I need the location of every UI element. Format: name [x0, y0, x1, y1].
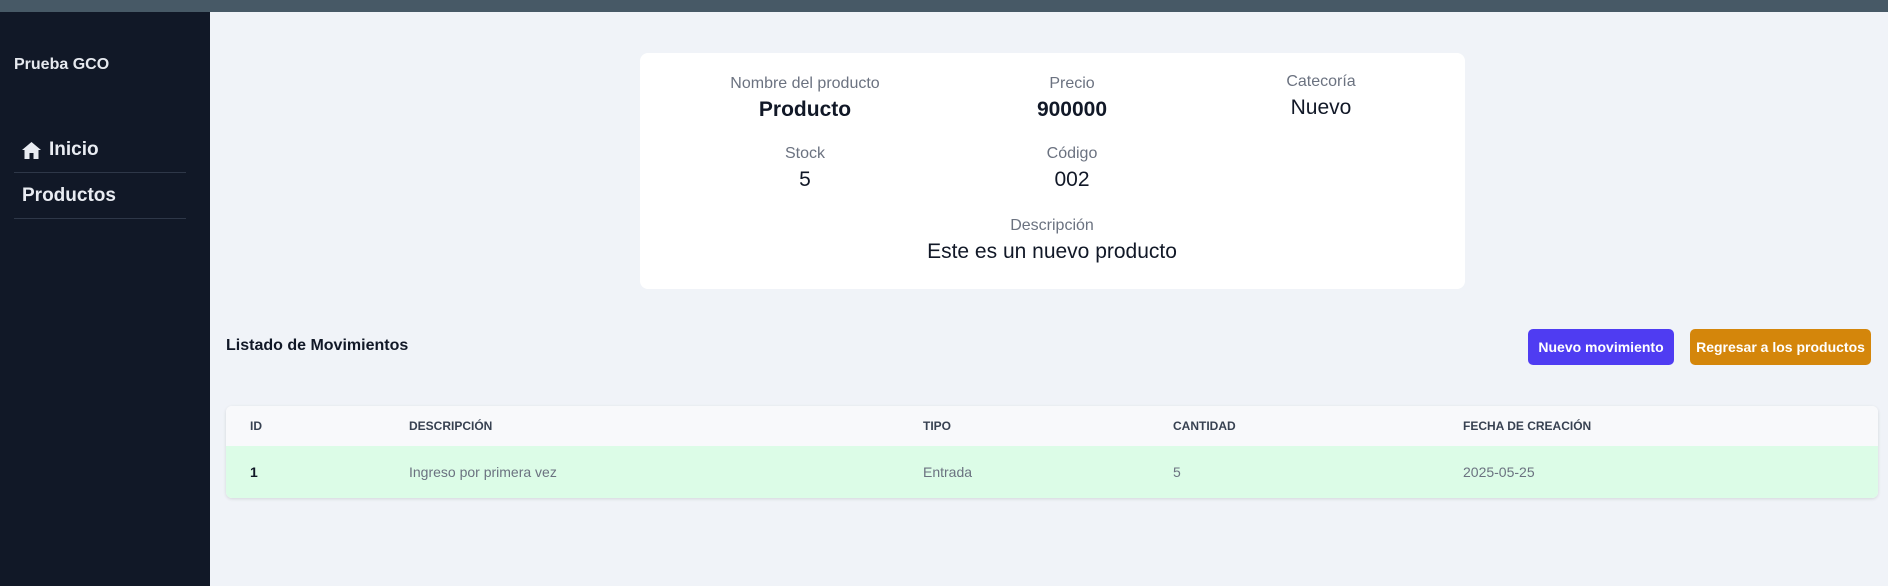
back-to-products-button[interactable]: Regresar a los productos — [1690, 329, 1871, 365]
product-category-label: Catecoría — [1286, 73, 1356, 90]
cell-description: Ingreso por primera vez — [409, 464, 557, 480]
product-price-field: Precio 900000 — [952, 75, 1192, 122]
product-price-label: Precio — [1049, 75, 1095, 92]
table-header: ID DESCRIPCIÓN TIPO CANTIDAD FECHA DE CR… — [226, 406, 1878, 446]
column-header-description: DESCRIPCIÓN — [409, 419, 493, 433]
product-name-value: Producto — [758, 98, 852, 121]
column-header-quantity: CANTIDAD — [1173, 419, 1236, 433]
sidebar-item-label: Productos — [22, 185, 116, 206]
product-code-label: Código — [1046, 145, 1098, 162]
product-description-label: Descripción — [1010, 217, 1094, 234]
product-code-field: Código 002 — [952, 145, 1192, 192]
cell-type: Entrada — [923, 464, 973, 480]
product-stock-value: 5 — [799, 168, 811, 191]
new-movement-button[interactable]: Nuevo movimiento — [1528, 329, 1674, 365]
brand-title: Prueba GCO — [14, 56, 110, 73]
product-detail-card: Nombre del producto Producto Precio 9000… — [640, 53, 1465, 289]
sidebar-item-productos[interactable]: Productos — [14, 174, 186, 219]
movements-title: Listado de Movimientos — [226, 337, 409, 354]
product-price-value: 900000 — [1036, 98, 1108, 121]
top-bar — [0, 0, 1888, 12]
cell-id: 1 — [250, 464, 258, 480]
product-description-field: Descripción Este es un nuevo producto — [832, 217, 1272, 264]
product-category-value: Nuevo — [1290, 96, 1352, 119]
product-stock-field: Stock 5 — [685, 145, 925, 192]
column-header-id: ID — [250, 419, 262, 433]
product-category-field: Catecoría Nuevo — [1201, 73, 1441, 120]
table-row[interactable]: 1 Ingreso por primera vez Entrada 5 2025… — [226, 446, 1878, 498]
product-code-value: 002 — [1054, 168, 1090, 191]
movements-table: ID DESCRIPCIÓN TIPO CANTIDAD FECHA DE CR… — [226, 406, 1878, 498]
sidebar: Prueba GCO Inicio Productos — [0, 12, 210, 586]
product-name-field: Nombre del producto Producto — [685, 75, 925, 122]
home-icon — [22, 141, 41, 159]
column-header-created: FECHA DE CREACIÓN — [1463, 419, 1592, 433]
product-name-label: Nombre del producto — [730, 75, 880, 92]
column-header-type: TIPO — [923, 419, 952, 433]
sidebar-item-inicio[interactable]: Inicio — [14, 128, 186, 173]
sidebar-item-label: Inicio — [49, 139, 99, 160]
cell-quantity: 5 — [1173, 464, 1181, 480]
product-description-value: Este es un nuevo producto — [927, 240, 1177, 263]
cell-created: 2025-05-25 — [1463, 464, 1535, 480]
product-stock-label: Stock — [784, 145, 825, 162]
